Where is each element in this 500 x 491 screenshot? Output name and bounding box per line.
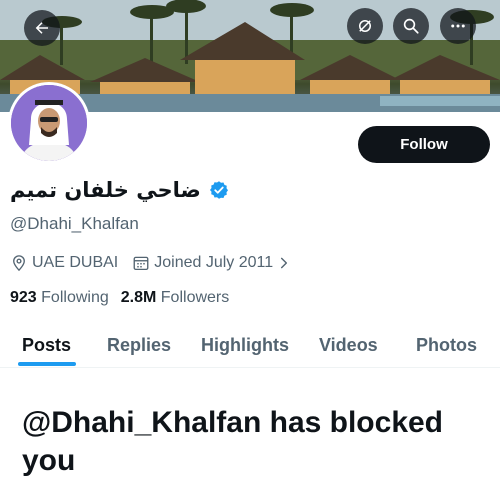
display-name: ضاحي خلفان تميم [10, 178, 201, 202]
avatar-image [11, 85, 87, 161]
back-button[interactable] [24, 10, 60, 46]
chevron-right-icon [281, 257, 288, 269]
followers-label: Followers [160, 289, 230, 306]
sync-button[interactable] [347, 8, 383, 44]
tab-videos[interactable]: Videos [319, 322, 378, 368]
avatar[interactable] [8, 82, 90, 164]
joined-text: Joined July 2011 [154, 254, 274, 271]
search-icon [403, 18, 419, 34]
blocked-message: @Dhahi_Khalfan has blocked you [22, 406, 444, 477]
more-options-button[interactable] [440, 8, 476, 44]
location: UAE DUBAI [10, 254, 118, 272]
profile-tabs: Posts Replies Highlights Videos Photos [0, 322, 500, 368]
tab-photos[interactable]: Photos [416, 322, 477, 368]
tab-replies[interactable]: Replies [107, 322, 171, 368]
follow-stats: 923 Following 2.8M Followers [10, 289, 241, 307]
following-count: 923 [10, 289, 37, 306]
follow-button[interactable]: Follow [358, 126, 490, 163]
followers-count: 2.8M [120, 289, 157, 306]
active-tab-indicator [18, 362, 76, 366]
location-text: UAE DUBAI [32, 254, 119, 271]
sync-icon [359, 20, 371, 32]
tab-highlights[interactable]: Highlights [201, 322, 289, 368]
search-button[interactable] [393, 8, 429, 44]
following-link[interactable]: 923 Following [10, 289, 109, 307]
more-icon [451, 24, 465, 28]
handle: @Dhahi_Khalfan [10, 214, 139, 233]
verified-badge-icon[interactable] [209, 180, 229, 200]
back-arrow-icon [35, 22, 48, 34]
location-pin-icon [13, 255, 25, 272]
followers-link[interactable]: 2.8M Followers [121, 289, 230, 307]
calendar-icon [133, 256, 149, 271]
name-row: ضاحي خلفان تميم [10, 178, 229, 202]
joined-date[interactable]: Joined July 2011 [132, 254, 291, 272]
following-label: Following [41, 289, 109, 306]
profile-meta: UAE DUBAI Joined July 2011 [10, 254, 305, 272]
